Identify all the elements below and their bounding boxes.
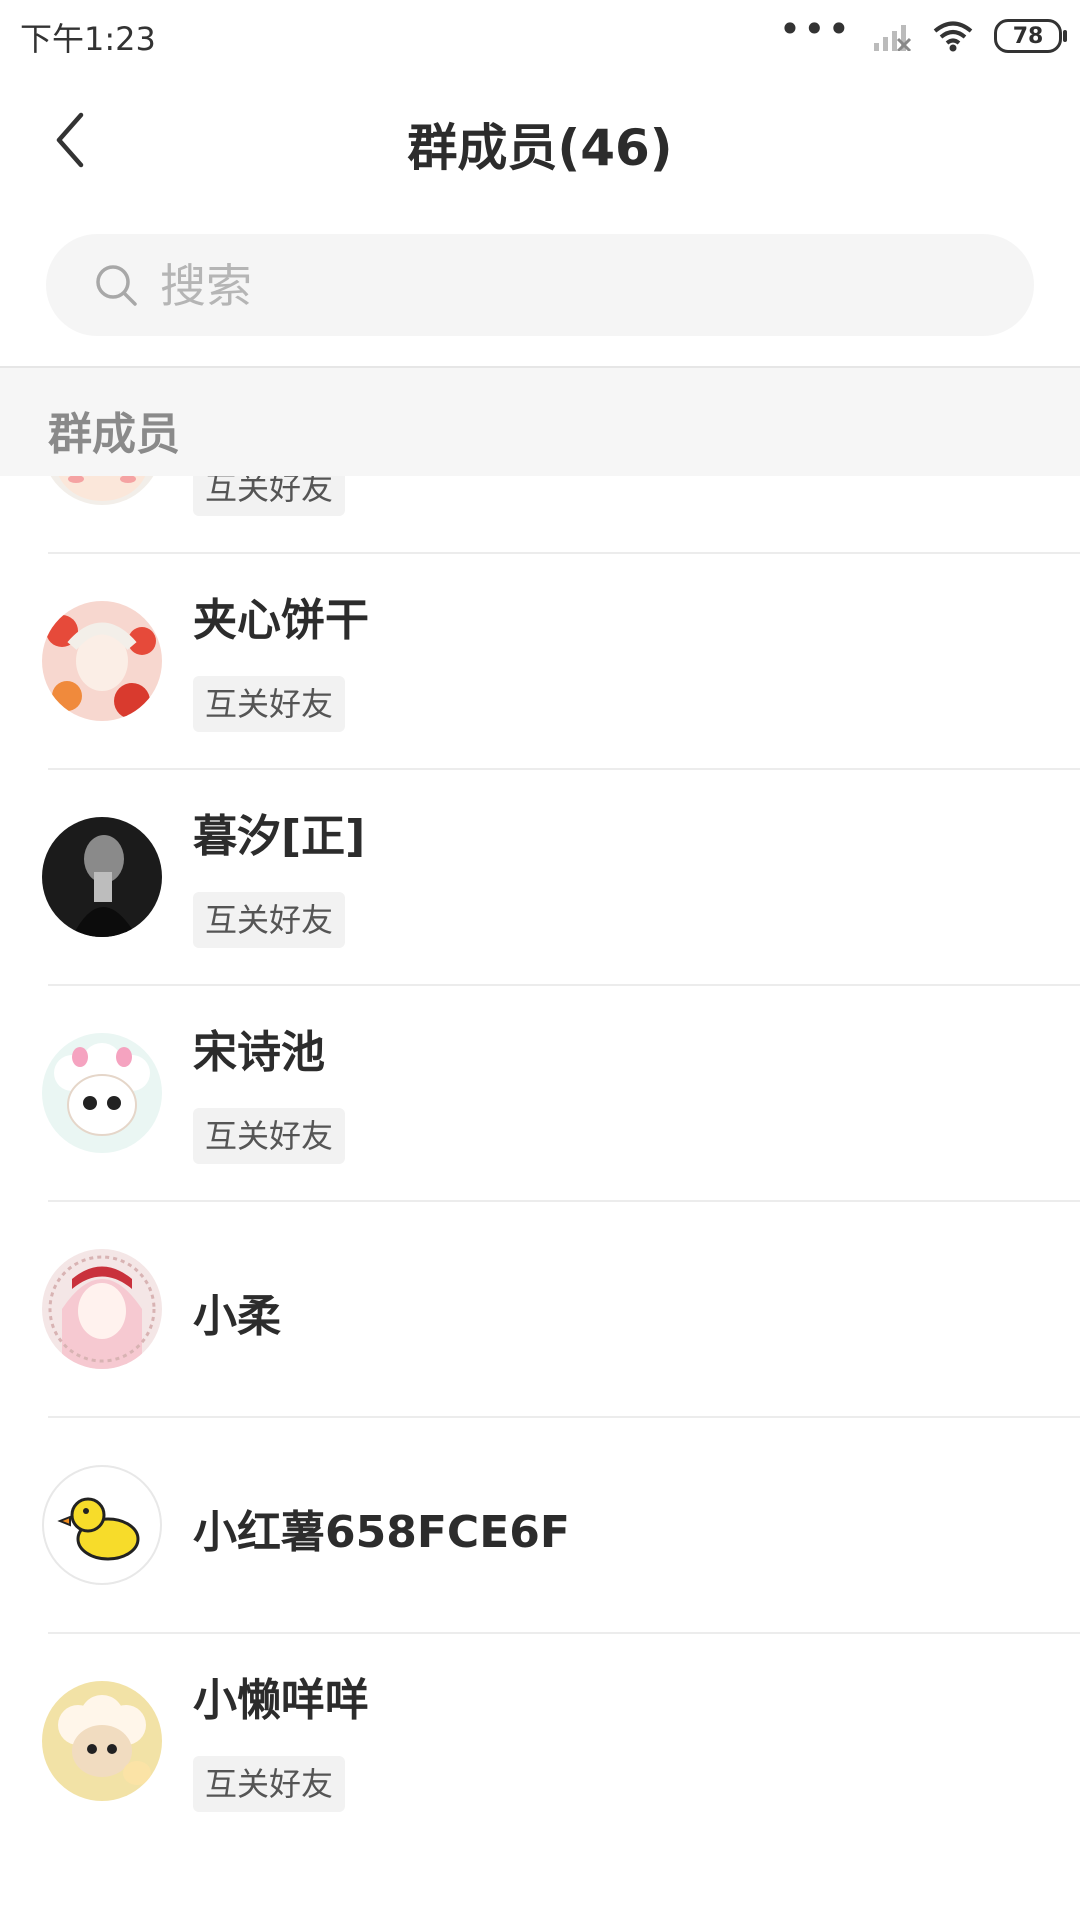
battery-icon: 78 bbox=[994, 19, 1067, 53]
section-header: 群成员 bbox=[0, 366, 1080, 476]
signal-icon bbox=[874, 25, 912, 51]
member-list[interactable]: 互关好友 夹心饼干 互关好友 暮汐[正] 互关好友 宋诗池 互关好友 小柔 小红… bbox=[0, 476, 1080, 1920]
member-name: 小柔 bbox=[193, 1291, 281, 1342]
member-row[interactable]: 小懒咩咩 互关好友 bbox=[0, 1634, 1080, 1850]
search-input[interactable] bbox=[158, 234, 982, 338]
status-time: 下午1:23 bbox=[20, 20, 156, 58]
avatar[interactable] bbox=[42, 1465, 162, 1585]
member-name: 小懒咩咩 bbox=[193, 1675, 369, 1726]
member-name: 小红薯658FCE6F bbox=[193, 1507, 570, 1558]
mutual-friend-tag: 互关好友 bbox=[193, 1108, 346, 1164]
search-bar[interactable] bbox=[46, 234, 1034, 338]
mutual-friend-tag: 互关好友 bbox=[193, 1756, 346, 1812]
member-row[interactable]: 夹心饼干 互关好友 bbox=[0, 554, 1080, 770]
status-bar: 下午1:23 ••• 78 bbox=[0, 0, 1080, 70]
battery-level: 78 bbox=[1012, 23, 1044, 49]
avatar[interactable] bbox=[42, 1681, 162, 1801]
avatar[interactable] bbox=[42, 601, 162, 721]
avatar[interactable] bbox=[42, 817, 162, 937]
more-dots-icon: ••• bbox=[778, 7, 852, 51]
avatar[interactable] bbox=[42, 476, 162, 505]
mutual-friend-tag: 互关好友 bbox=[193, 476, 346, 516]
page-title: 群成员(46) bbox=[407, 119, 673, 177]
member-row[interactable]: 暮汐[正] 互关好友 bbox=[0, 770, 1080, 986]
member-row[interactable]: 宋诗池 互关好友 bbox=[0, 986, 1080, 1202]
member-name: 暮汐[正] bbox=[193, 811, 366, 862]
member-row[interactable]: 互关好友 bbox=[0, 476, 1080, 554]
member-name: 夹心饼干 bbox=[193, 595, 369, 646]
member-name: 宋诗池 bbox=[193, 1027, 325, 1078]
search-icon bbox=[96, 265, 137, 306]
nav-bar: 群成员(46) bbox=[0, 70, 1080, 210]
member-row[interactable]: 小红薯658FCE6F bbox=[0, 1418, 1080, 1634]
avatar[interactable] bbox=[42, 1249, 162, 1369]
avatar[interactable] bbox=[42, 1033, 162, 1153]
section-label: 群成员 bbox=[48, 409, 180, 460]
member-row[interactable]: 小柔 bbox=[0, 1202, 1080, 1418]
wifi-icon bbox=[933, 21, 973, 52]
mutual-friend-tag: 互关好友 bbox=[193, 676, 346, 732]
mutual-friend-tag: 互关好友 bbox=[193, 892, 346, 948]
status-icons: ••• 78 bbox=[779, 10, 1067, 56]
